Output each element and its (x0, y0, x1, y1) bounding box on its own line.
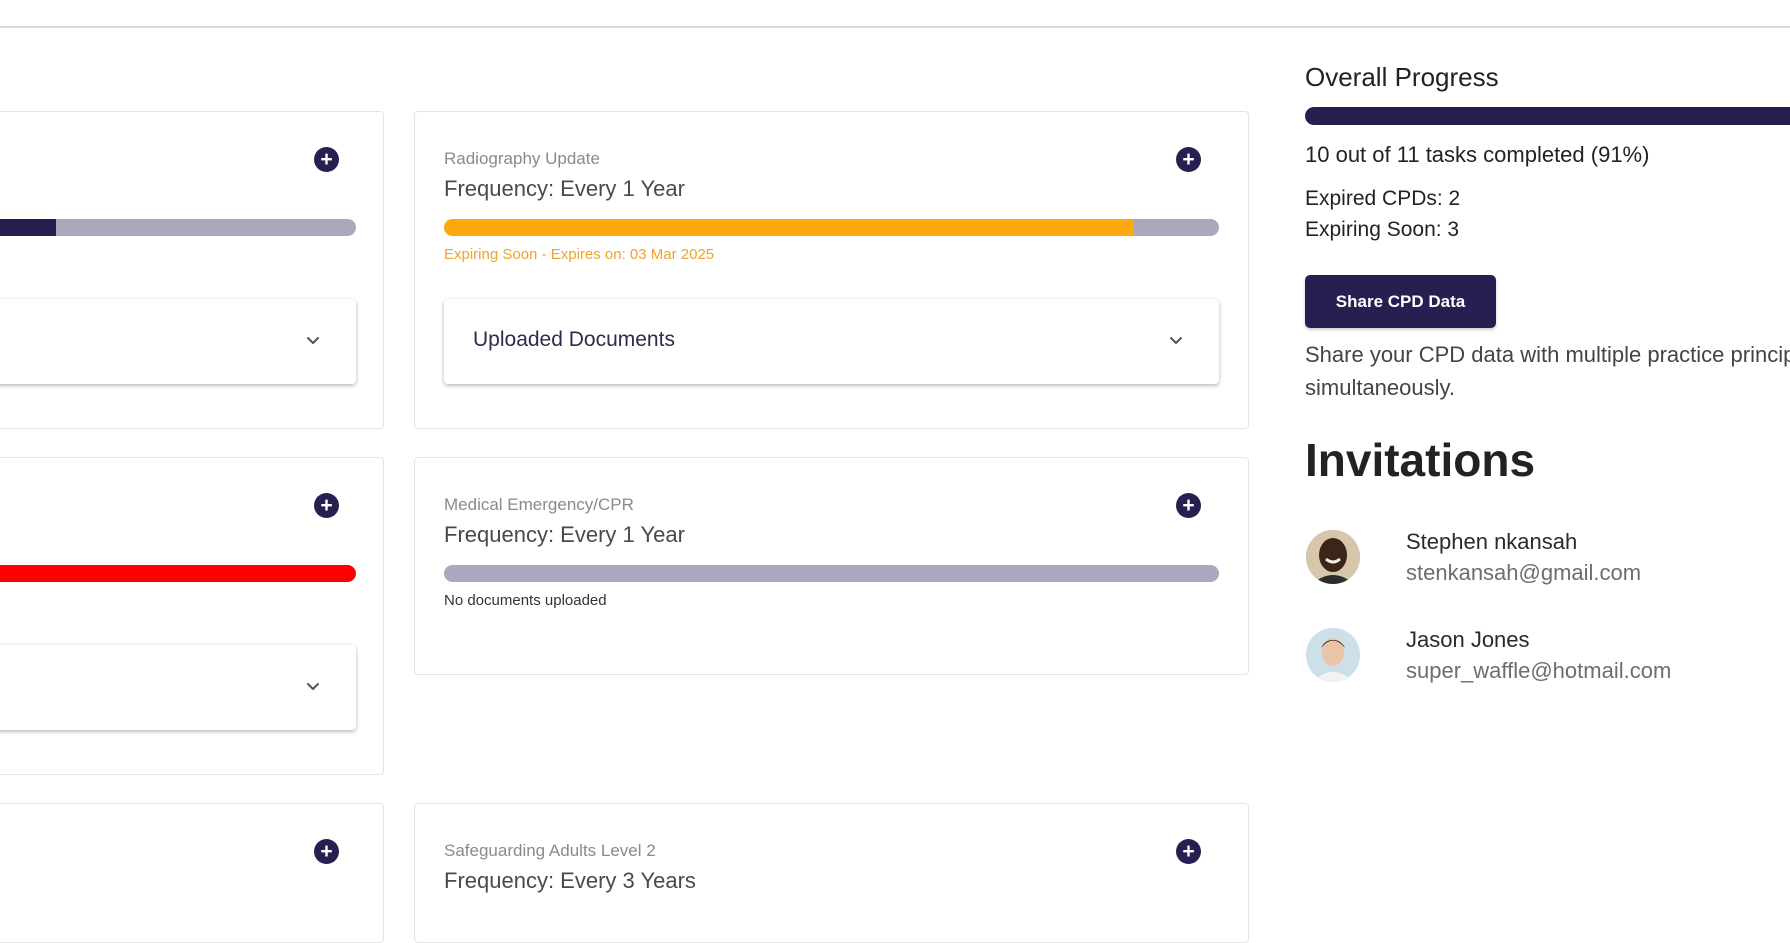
chevron-down-icon (307, 337, 319, 344)
add-document-icon[interactable]: + (1176, 493, 1201, 518)
chevron-down-icon (1170, 337, 1182, 344)
uploaded-documents-accordion[interactable] (0, 645, 356, 730)
cpd-progress-bar (0, 219, 356, 236)
cpd-frequency: Frequency: Every 1 Year (444, 176, 685, 201)
cpd-card-left-2: + (0, 457, 384, 775)
cpd-progress-fill (444, 219, 1134, 236)
cpd-title: Radiography Update (444, 149, 600, 168)
expired-cpds-count: Expired CPDs: 2 (1305, 187, 1461, 210)
cpd-status: No documents uploaded (444, 592, 607, 609)
invitation-email: stenkansah@gmail.com (1406, 560, 1642, 585)
invitation-email: super_waffle@hotmail.com (1406, 658, 1672, 683)
cpd-frequency: Frequency: Every 3 Years (444, 868, 696, 893)
chevron-down-icon (307, 683, 319, 690)
add-document-icon[interactable]: + (1176, 839, 1201, 864)
expiring-soon-count: Expiring Soon: 3 (1305, 218, 1460, 241)
uploaded-documents-accordion[interactable]: Uploaded Documents (444, 299, 1219, 384)
cpd-card-left-3: + (0, 803, 384, 943)
share-description: Share your CPD data with multiple practi… (1305, 342, 1790, 400)
cpd-progress-fill (0, 565, 356, 582)
cpd-progress-bar (444, 219, 1219, 236)
uploaded-documents-accordion[interactable] (0, 299, 356, 384)
add-document-icon[interactable]: + (314, 147, 339, 172)
add-document-icon[interactable]: + (314, 839, 339, 864)
cpd-frequency: Frequency: Every 1 Year (444, 522, 685, 547)
cpd-card-safeguarding: Safeguarding Adults Level 2 Frequency: E… (414, 803, 1249, 943)
person-avatar-icon (1306, 530, 1360, 584)
add-document-icon[interactable]: + (1176, 147, 1201, 172)
cpd-title: Medical Emergency/CPR (444, 495, 634, 514)
person-avatar-icon (1306, 628, 1360, 682)
invitations-heading: Invitations (1305, 434, 1536, 486)
avatar (1306, 530, 1360, 584)
invitation-name: Jason Jones (1406, 627, 1530, 652)
cpd-status: Expiring Soon - Expires on: 03 Mar 2025 (444, 246, 715, 263)
add-document-icon[interactable]: + (314, 493, 339, 518)
overall-progress-summary: 10 out of 11 tasks completed (91%) (1305, 142, 1650, 167)
share-cpd-data-button[interactable]: Share CPD Data (1305, 275, 1496, 328)
cpd-card-left-1: + (0, 111, 384, 429)
avatar (1306, 628, 1360, 682)
cpd-progress-fill (0, 219, 56, 236)
cpd-title: Safeguarding Adults Level 2 (444, 841, 656, 860)
cpd-card-radiography: Radiography Update Frequency: Every 1 Ye… (414, 111, 1249, 429)
invitation-name: Stephen nkansah (1406, 529, 1578, 554)
overall-progress-bar (1305, 107, 1790, 125)
accordion-label: Uploaded Documents (473, 328, 675, 351)
overall-progress-title: Overall Progress (1305, 62, 1499, 92)
cpd-progress-bar (444, 565, 1219, 582)
top-navbar (0, 0, 1790, 28)
cpd-progress-bar (0, 565, 356, 582)
cpd-card-medical-emergency: Medical Emergency/CPR Frequency: Every 1… (414, 457, 1249, 675)
